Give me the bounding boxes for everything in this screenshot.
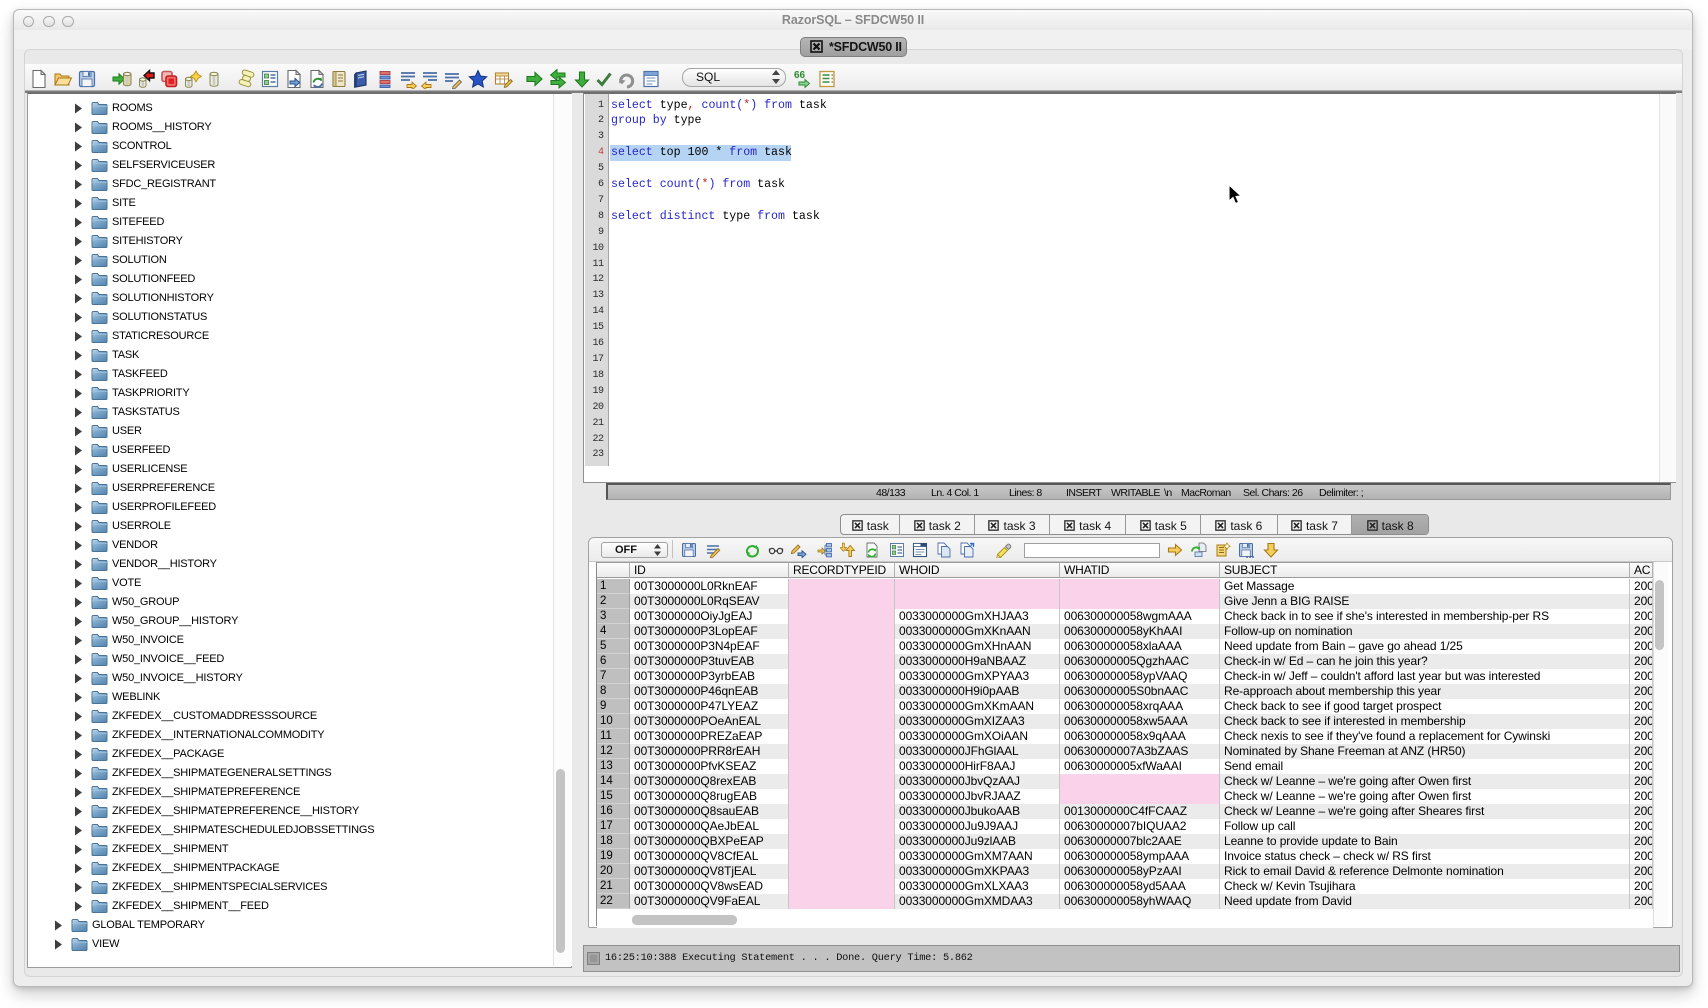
svg-text:66: 66 bbox=[794, 70, 806, 81]
